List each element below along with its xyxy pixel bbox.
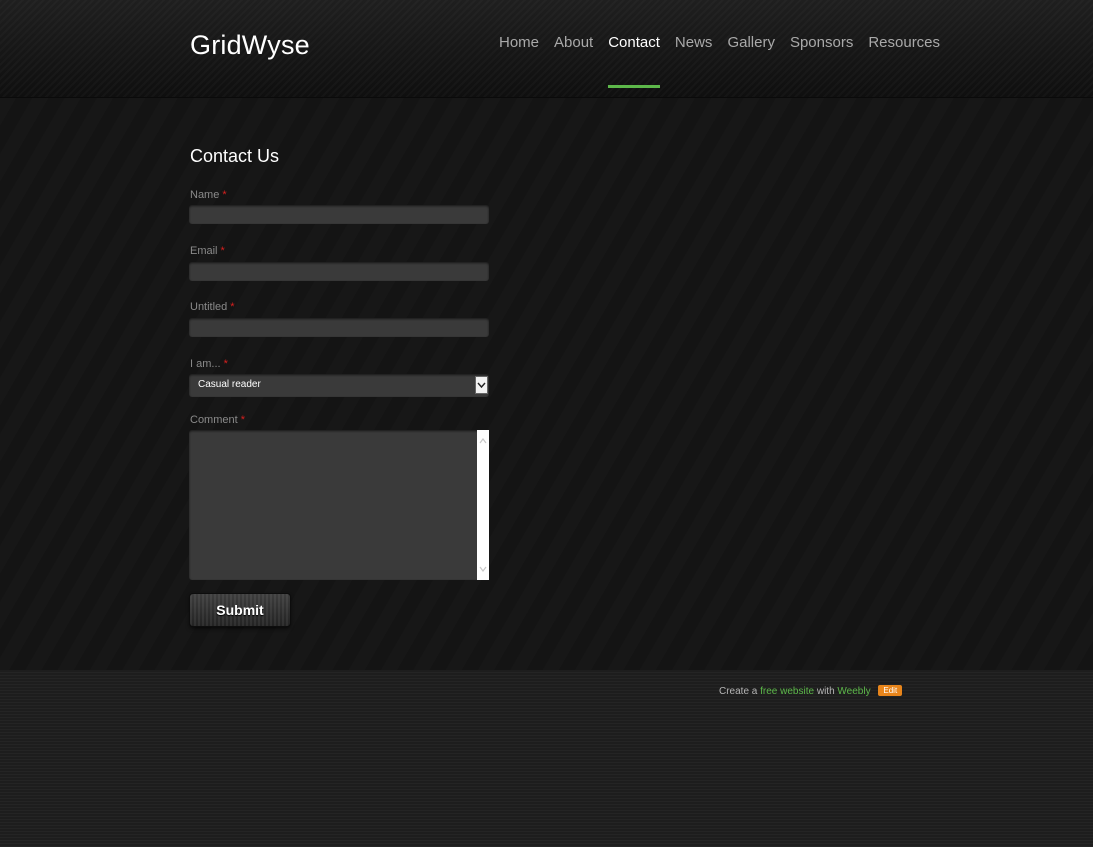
nav-item-label: News — [674, 34, 713, 51]
page-title: Contact Us — [190, 146, 280, 166]
footer-middle: with — [816, 686, 835, 697]
required-marker: * — [222, 189, 227, 201]
main-nav: Home About Contact News Gallery Sponsors — [499, 34, 955, 88]
site-logo[interactable]: GridWyse — [190, 30, 310, 61]
footer-prefix: Create a — [719, 686, 758, 697]
comment-scrollbar[interactable] — [477, 430, 489, 580]
nav-item-label: Sponsors — [789, 34, 854, 51]
email-input[interactable] — [189, 262, 489, 281]
nav-item-news[interactable]: News — [675, 34, 713, 88]
submit-label: Submit — [216, 602, 264, 618]
nav-active-underline — [608, 85, 660, 88]
required-marker: * — [223, 358, 228, 370]
required-marker: * — [220, 245, 225, 257]
comment-label: Comment * — [190, 414, 245, 426]
nav-item-about[interactable]: About — [554, 34, 593, 88]
free-website-link[interactable]: free website — [760, 686, 814, 697]
untitled-label-text: Untitled — [190, 301, 228, 313]
nav-item-home[interactable]: Home — [499, 34, 539, 88]
edit-button[interactable]: Edit — [878, 685, 903, 696]
chevron-down-icon[interactable] — [475, 376, 488, 394]
name-input[interactable] — [189, 205, 489, 224]
scroll-down-icon — [479, 566, 487, 572]
page: GridWyse Home About Contact News Gallery — [0, 0, 1093, 847]
iam-label-text: I am... — [190, 358, 221, 370]
required-marker: * — [230, 301, 235, 313]
required-marker: * — [240, 414, 245, 426]
nav-item-gallery[interactable]: Gallery — [727, 34, 775, 88]
email-label: Email * — [190, 245, 225, 257]
iam-label: I am... * — [190, 358, 228, 370]
main-content: Contact Us Name * Email * Untitled * I am..… — [0, 98, 1093, 670]
iam-select[interactable]: Casual reader — [189, 374, 489, 397]
nav-item-resources[interactable]: Resources — [868, 34, 940, 88]
nav-item-label: Contact — [608, 34, 660, 51]
nav-item-label: Gallery — [727, 34, 775, 51]
site-footer: Create a free website with Weebly Edit — [0, 670, 1093, 847]
nav-item-sponsors[interactable]: Sponsors — [790, 34, 853, 88]
weebly-link[interactable]: Weebly — [837, 686, 870, 697]
footer-credit: Create a free website with Weebly Edit — [719, 685, 903, 697]
untitled-label: Untitled * — [190, 301, 235, 313]
submit-button[interactable]: Submit — [190, 594, 290, 626]
nav-item-label: Resources — [868, 34, 941, 51]
nav-item-label: About — [554, 34, 594, 51]
comment-label-text: Comment — [190, 414, 238, 426]
name-label-text: Name — [190, 189, 220, 201]
scroll-up-icon — [479, 438, 487, 444]
untitled-input[interactable] — [189, 318, 489, 337]
email-label-text: Email — [190, 245, 218, 257]
name-label: Name * — [190, 189, 227, 201]
nav-item-contact[interactable]: Contact — [608, 34, 660, 88]
iam-selected-value: Casual reader — [198, 379, 261, 390]
comment-textarea[interactable] — [189, 430, 489, 580]
nav-item-label: Home — [499, 34, 540, 51]
site-header: GridWyse Home About Contact News Gallery — [0, 0, 1093, 98]
